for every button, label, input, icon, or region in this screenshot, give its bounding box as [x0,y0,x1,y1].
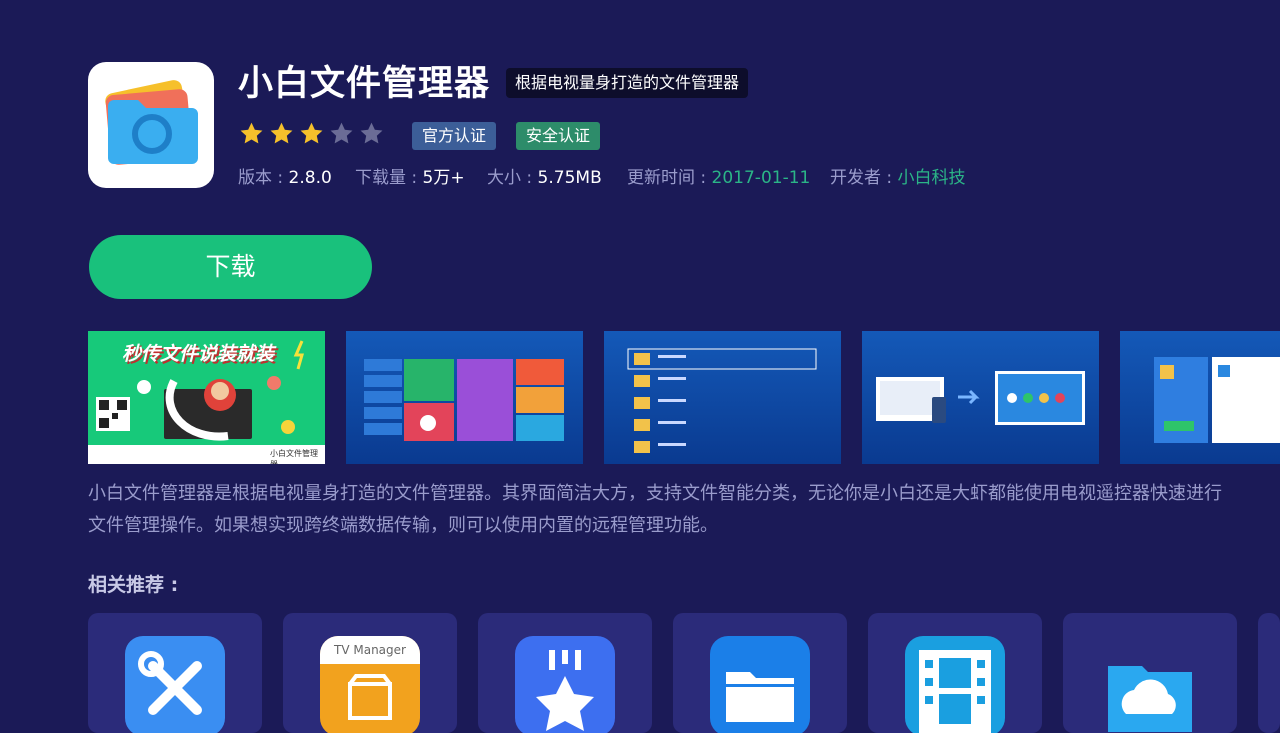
folder-app-icon [710,636,810,733]
star-icon [300,122,323,144]
updated-label: 更新时间 : [627,168,712,188]
downloads-label: 下载量 : [355,168,423,188]
app-description: 小白文件管理器是根据电视量身打造的文件管理器。其界面简洁大方，支持文件智能分类，… [88,483,1222,536]
official-cert-badge: 官方认证 [412,122,497,150]
app-title: 小白文件管理器 [238,64,491,104]
star-icon [270,122,293,144]
app-icon [88,62,214,188]
star-icon [330,122,353,144]
size-info: 大小 : 5.75MB [487,166,602,190]
version-label: 版本 : [238,168,289,188]
es-file-explorer-icon [1100,636,1200,733]
video-app-icon [905,636,1005,733]
screenshot-5[interactable] [1120,331,1280,464]
screenshot-4[interactable] [862,331,1099,464]
list-screenshot-graphic [604,331,841,464]
remote-screenshot-graphic [862,331,1099,464]
updated-info: 更新时间 : 2017-01-11 [627,166,810,190]
related-app-card-3[interactable] [478,613,652,733]
detail-screenshot-graphic [1120,331,1280,464]
related-app-card-2[interactable]: TV Manager [283,613,457,733]
screenshot-1[interactable]: 秒传文件说装就装 小白文件管理器 [88,331,325,464]
developer-value[interactable]: 小白科技 [898,168,966,188]
rating-stars [239,121,384,151]
version-info: 版本 : 2.8.0 [238,166,332,190]
screenshot-3[interactable] [604,331,841,464]
developer-label: 开发者 : [830,168,898,188]
download-button[interactable]: 下载 [89,235,372,299]
screenshot-2[interactable] [346,331,583,464]
size-label: 大小 : [487,168,538,188]
safe-cert-badge: 安全认证 [516,122,601,150]
related-app-card-7[interactable] [1258,613,1280,733]
tv-manager-icon: TV Manager [320,636,420,733]
related-app-card-6[interactable] [1063,613,1237,733]
app-subtitle-badge: 根据电视量身打造的文件管理器 [506,68,749,98]
updated-value: 2017-01-11 [711,168,811,188]
version-value: 2.8.0 [288,168,332,188]
star-icon [240,122,263,144]
promo-footer-text: 小白文件管理器 [270,449,318,464]
downloads-value: 5万+ [422,168,465,188]
promo-banner-text: 秒传文件说装就装 [122,343,275,365]
related-app-card-5[interactable] [868,613,1042,733]
tools-icon [125,636,225,733]
home-screenshot-graphic [346,331,583,464]
folder-icon [105,80,198,165]
related-title: 相关推荐 : [88,574,179,596]
downloads-info: 下载量 : 5万+ [355,166,465,190]
developer-info: 开发者 : 小白科技 [830,166,966,190]
star-icon [360,122,383,144]
related-app-card-1[interactable] [88,613,262,733]
star-app-icon [515,636,615,733]
related-app-card-4[interactable] [673,613,847,733]
size-value: 5.75MB [537,168,602,188]
